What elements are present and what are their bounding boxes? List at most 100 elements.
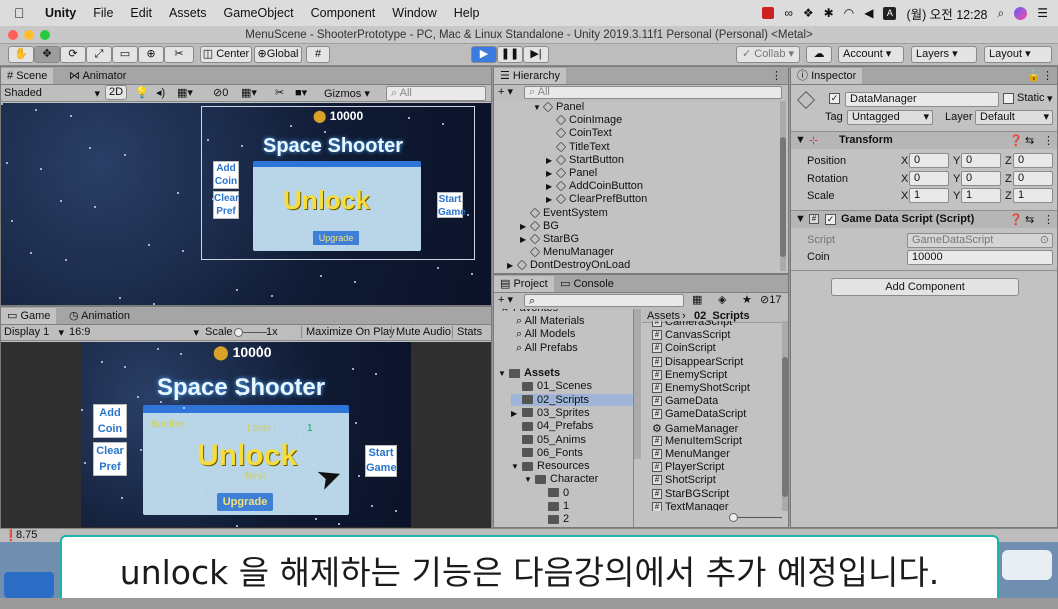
axis-y-label[interactable]: Y [953, 173, 960, 185]
axis-x-label[interactable]: X [901, 155, 908, 167]
project-folder-item[interactable]: 1 [537, 500, 569, 512]
add-coin-button[interactable]: Add Coin [93, 404, 127, 438]
lock-icon[interactable]: 🔒 [1027, 69, 1041, 82]
project-folder-item[interactable]: ▶ 03_Sprites [511, 407, 590, 419]
pos-y-input[interactable]: 0 [961, 153, 1001, 168]
project-file-item[interactable]: # PlayerScript [652, 461, 724, 473]
wifi-icon[interactable]: ◠ [844, 6, 854, 20]
add-component-button[interactable]: Add Component [831, 278, 1019, 296]
project-folder-item[interactable]: 02_Scripts [511, 393, 633, 406]
project-files-scroll-thumb[interactable] [782, 357, 788, 497]
game-canvas[interactable]: ⬤ 10000 Space Shooter Add Coin Clear Pre… [81, 342, 411, 528]
project-file-item[interactable]: # CameraScript [652, 321, 732, 328]
search-by-label-icon[interactable]: ◈ [718, 293, 726, 306]
hierarchy-item[interactable]: MenuManager [520, 246, 614, 258]
tag-dropdown[interactable]: Untagged ▾ [847, 110, 933, 125]
menu-app[interactable]: Unity [45, 6, 76, 20]
hierarchy-item[interactable]: ▶ BG [520, 220, 559, 232]
project-file-item[interactable]: # EnemyScript [652, 369, 727, 381]
menu-component[interactable]: Component [311, 6, 376, 20]
axis-y-label[interactable]: Y [953, 190, 960, 202]
component-enabled-checkbox[interactable]: ✓ [825, 214, 836, 225]
clock[interactable]: (월) 오전 12:28 [906, 4, 987, 23]
hierarchy-foldout-icon[interactable]: ▼ [533, 103, 543, 112]
pause-button[interactable]: ❚❚ [497, 46, 523, 63]
hidden-packages-toggle[interactable]: ⊘17 [760, 293, 781, 306]
menu-gameobject[interactable]: GameObject [223, 6, 293, 20]
axis-x-label[interactable]: X [901, 173, 908, 185]
hierarchy-create-button[interactable]: + ▾ [498, 85, 513, 98]
tab-animation[interactable]: ◷ Animation [63, 308, 136, 324]
game-view[interactable]: ⬤ 10000 Space Shooter Add Coin Clear Pre… [1, 342, 491, 528]
scl-y-input[interactable]: 1 [961, 188, 1001, 203]
tab-inspector[interactable]: ⓘ Inspector [791, 68, 863, 84]
account-dropdown[interactable]: Account ▾ [838, 46, 904, 63]
favorites-item[interactable]: ★ Favorites [500, 309, 558, 314]
play-button[interactable]: ▶ [471, 46, 497, 63]
input-source-icon[interactable]: A [883, 6, 897, 20]
2d-toggle[interactable]: 2D [105, 85, 127, 100]
menu-window[interactable]: Window [392, 6, 436, 20]
layer-dropdown[interactable]: Default ▾ [975, 110, 1053, 125]
close-window-icon[interactable] [8, 30, 18, 40]
rot-z-input[interactable]: 0 [1013, 171, 1053, 186]
axis-z-label[interactable]: Z [1005, 190, 1012, 202]
scl-x-input[interactable]: 1 [909, 188, 949, 203]
tab-animator[interactable]: ⋈ Animator [63, 68, 132, 84]
project-file-item[interactable]: # CoinScript [652, 342, 716, 354]
hierarchy-item[interactable]: CoinImage [546, 114, 622, 126]
favorites-star-icon[interactable]: ★ [742, 293, 752, 306]
folder-foldout-icon[interactable]: ▼ [511, 462, 522, 471]
menu-edit[interactable]: Edit [130, 6, 152, 20]
hierarchy-item[interactable]: EventSystem [520, 207, 608, 219]
project-folder-item[interactable]: 05_Anims [511, 434, 586, 446]
scene-view[interactable]: ⬤ 10000 Space Shooter Add Coin Clear Pre… [1, 103, 491, 305]
dropbox-icon[interactable]: ❖ [803, 6, 814, 20]
hierarchy-item[interactable]: ▶ StartButton [546, 154, 624, 166]
pivot-center-button[interactable]: ◫ Center [200, 46, 252, 63]
grid-icon[interactable]: ▦▾ [241, 86, 257, 99]
project-folder-item[interactable]: ▼ Resources [511, 460, 590, 472]
project-files-scrollbar[interactable] [782, 321, 788, 511]
project-file-item[interactable]: # TextManager [652, 501, 729, 511]
active-checkbox[interactable]: ✓ [829, 93, 840, 104]
hierarchy-item[interactable]: ▶ Panel [546, 167, 597, 179]
hierarchy-item[interactable]: ▶ StarBG [520, 233, 579, 245]
apple-icon[interactable]:  [14, 5, 28, 21]
step-button[interactable]: ▶| [523, 46, 549, 63]
icon-size-thumb[interactable] [729, 513, 738, 522]
siri-icon[interactable] [1014, 6, 1028, 20]
rotate-tool-icon[interactable]: ⟳ [60, 46, 86, 63]
hierarchy-foldout-icon[interactable]: ▶ [546, 156, 556, 165]
tab-project[interactable]: ▤ Project [494, 276, 554, 292]
component-help-icon[interactable]: ❓ [1009, 213, 1023, 226]
component-menu-icon[interactable]: ⋮ [1043, 213, 1054, 226]
hierarchy-item[interactable]: TitleText [546, 141, 610, 153]
axis-z-label[interactable]: Z [1005, 155, 1012, 167]
move-tool-icon[interactable]: ✥ [34, 46, 60, 63]
cloud-icon[interactable]: ☁ [806, 46, 832, 63]
project-file-item[interactable]: # StarBGScript [652, 488, 729, 500]
hierarchy-search-input[interactable]: ⌕ All [524, 86, 782, 99]
bluetooth-icon[interactable]: ✱ [824, 6, 834, 20]
static-checkbox[interactable] [1003, 93, 1014, 104]
status-text[interactable]: 8.75 [16, 529, 37, 541]
project-file-item[interactable]: ⚙ GameManager [652, 422, 738, 435]
layout-dropdown[interactable]: Layout ▾ [984, 46, 1052, 63]
aspect-dropdown[interactable]: 16:9 ▾ [69, 326, 199, 339]
menu-file[interactable]: File [93, 6, 113, 20]
project-folder-item[interactable]: 04_Prefabs [511, 420, 593, 432]
scale-slider-thumb[interactable] [234, 328, 243, 337]
rect-tool-icon[interactable]: ▭ [112, 46, 138, 63]
axis-y-label[interactable]: Y [953, 155, 960, 167]
display-dropdown[interactable]: Display 1 ▾ [4, 326, 64, 339]
search-by-type-icon[interactable]: ▦ [692, 293, 702, 306]
hierarchy-item[interactable]: ▶ DontDestroyOnLoad [507, 259, 630, 271]
scene-search-input[interactable]: ⌕ All [386, 86, 486, 101]
layers-dropdown[interactable]: Layers ▾ [911, 46, 977, 63]
mute-audio-toggle[interactable]: Mute Audio [391, 326, 451, 338]
favorites-item[interactable]: ⌕ All Prefabs [516, 342, 578, 355]
creative-cloud-icon[interactable]: ∞ [784, 6, 793, 20]
component-preset-icon[interactable]: ⇆ [1025, 213, 1034, 226]
project-folder-item[interactable]: ▼ Assets [498, 367, 560, 379]
